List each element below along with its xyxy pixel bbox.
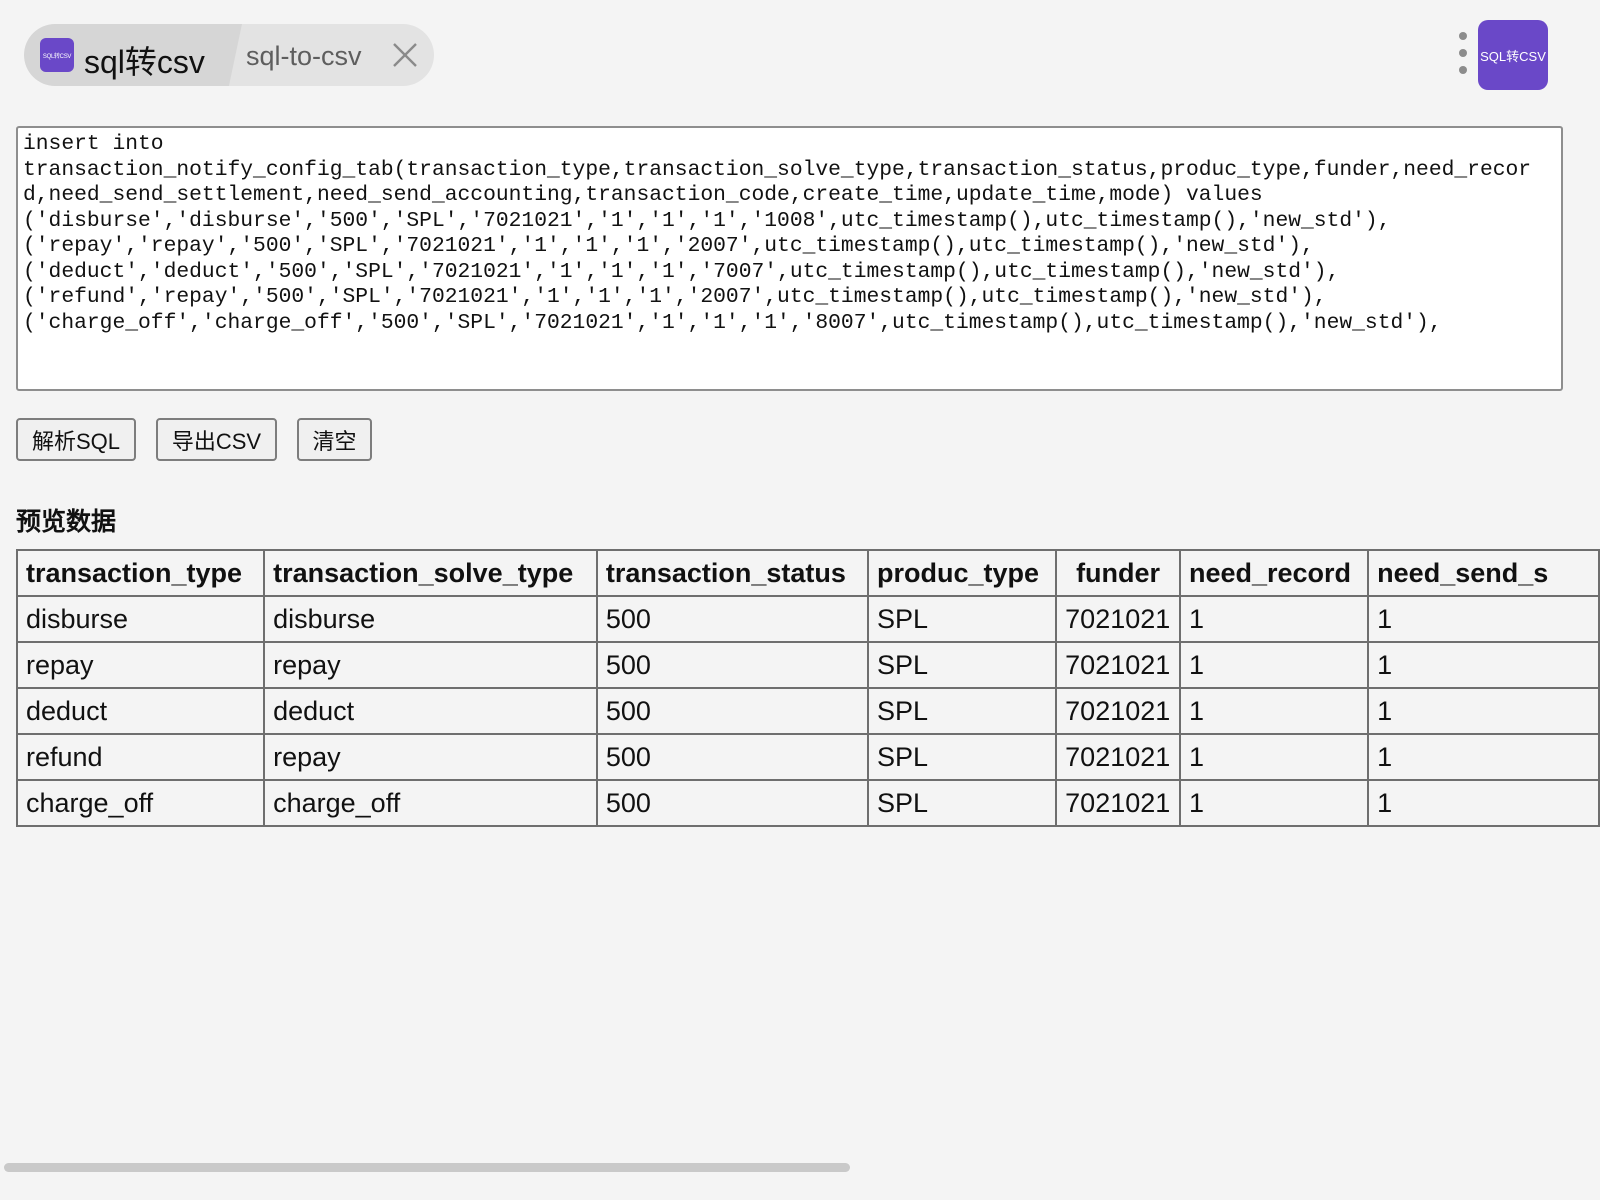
table-cell: disburse — [16, 595, 266, 643]
tab-app-icon: SQL转CSV — [40, 38, 74, 72]
column-header: need_send_s — [1367, 549, 1600, 597]
column-header: need_record — [1178, 549, 1370, 597]
table-cell: 500 — [595, 733, 869, 781]
column-header: transaction_solve_type — [263, 549, 598, 597]
table-cell: SPL — [866, 595, 1058, 643]
preview-table: transaction_type transaction_solve_type … — [16, 549, 1600, 827]
scrollbar-thumb[interactable] — [4, 1163, 850, 1172]
preview-table-container[interactable]: transaction_type transaction_solve_type … — [16, 549, 1600, 852]
table-cell: 7021021 — [1055, 687, 1181, 735]
column-header: transaction_status — [595, 549, 869, 597]
table-row: charge_off charge_off 500 SPL 7021021 1 … — [16, 779, 1600, 827]
table-cell: 500 — [595, 779, 869, 827]
app-badge[interactable]: SQL转CSV — [1478, 20, 1548, 90]
more-options-icon[interactable] — [1455, 30, 1471, 78]
table-cell: 7021021 — [1055, 641, 1181, 689]
table-cell: SPL — [866, 779, 1058, 827]
table-cell: SPL — [866, 733, 1058, 781]
table-row: deduct deduct 500 SPL 7021021 1 1 — [16, 687, 1600, 735]
column-header: produc_type — [866, 549, 1058, 597]
column-header: funder — [1055, 549, 1181, 597]
table-cell: 1 — [1367, 733, 1600, 781]
table-cell: SPL — [866, 687, 1058, 735]
table-cell: charge_off — [16, 779, 266, 827]
table-header-row: transaction_type transaction_solve_type … — [16, 549, 1600, 597]
table-row: disburse disburse 500 SPL 7021021 1 1 — [16, 595, 1600, 643]
table-cell: charge_off — [263, 779, 598, 827]
table-row: repay repay 500 SPL 7021021 1 1 — [16, 641, 1600, 689]
table-cell: 500 — [595, 687, 869, 735]
table-cell: 1 — [1178, 641, 1370, 689]
table-cell: repay — [263, 641, 598, 689]
preview-title: 预览数据 — [16, 508, 117, 536]
table-cell: 500 — [595, 641, 869, 689]
table-cell: 1 — [1178, 687, 1370, 735]
parse-sql-button[interactable]: 解析SQL — [16, 418, 136, 461]
horizontal-scrollbar[interactable] — [0, 1160, 1600, 1176]
table-cell: refund — [16, 733, 266, 781]
table-cell: 1 — [1178, 733, 1370, 781]
tab-title[interactable]: sql转csv — [84, 37, 205, 83]
table-cell: deduct — [263, 687, 598, 735]
table-cell: 7021021 — [1055, 595, 1181, 643]
tab-subtitle[interactable]: sql-to-csv — [246, 41, 362, 72]
table-cell: 7021021 — [1055, 779, 1181, 827]
table-cell: 1 — [1178, 779, 1370, 827]
export-csv-button[interactable]: 导出CSV — [156, 418, 277, 461]
table-cell: SPL — [866, 641, 1058, 689]
table-cell: 1 — [1178, 595, 1370, 643]
tab-bar: SQL转CSV sql转csv sql-to-csv — [24, 24, 434, 86]
clear-button[interactable]: 清空 — [297, 418, 372, 461]
table-cell: 1 — [1367, 595, 1600, 643]
sql-input[interactable]: insert into transaction_notify_config_ta… — [16, 126, 1563, 391]
table-row: refund repay 500 SPL 7021021 1 1 — [16, 733, 1600, 781]
close-icon[interactable] — [391, 41, 419, 69]
table-cell: deduct — [16, 687, 266, 735]
table-cell: 1 — [1367, 641, 1600, 689]
table-cell: 1 — [1367, 779, 1600, 827]
table-cell: repay — [263, 733, 598, 781]
table-cell: disburse — [263, 595, 598, 643]
table-cell: 500 — [595, 595, 869, 643]
column-header: transaction_type — [16, 549, 266, 597]
table-cell: 1 — [1367, 687, 1600, 735]
table-cell: 7021021 — [1055, 733, 1181, 781]
table-cell: repay — [16, 641, 266, 689]
